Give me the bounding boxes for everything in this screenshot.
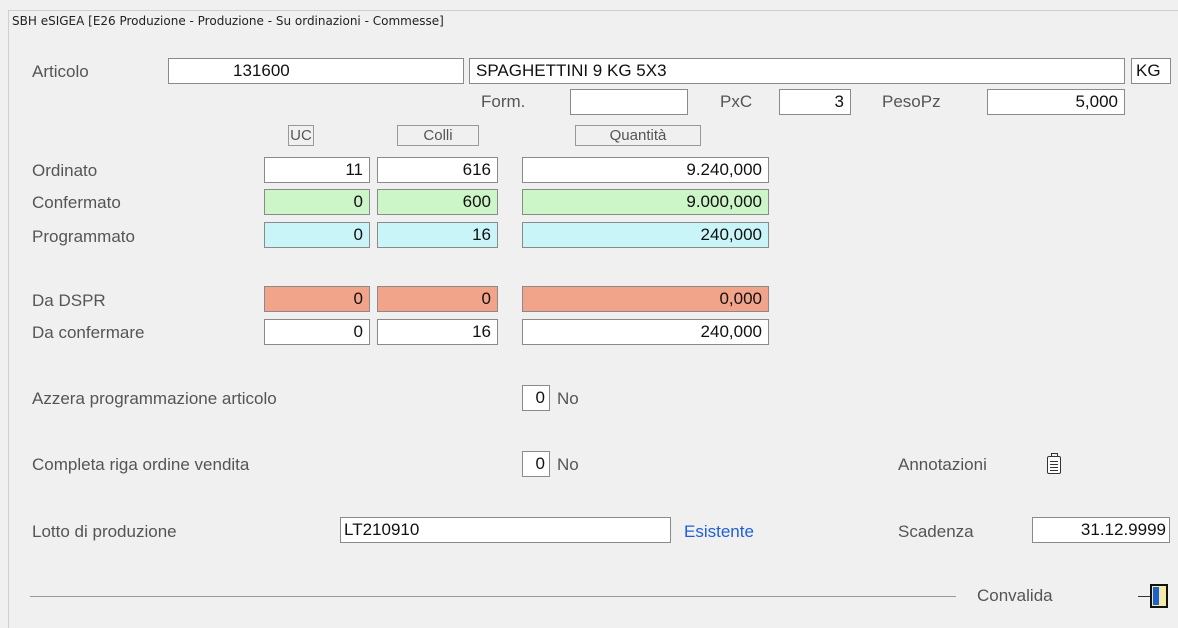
form-label: Form. xyxy=(481,92,526,111)
da-dspr-colli-field[interactable]: 0 xyxy=(377,286,498,312)
da-dspr-uc-field[interactable]: 0 xyxy=(264,286,370,312)
lotto-field[interactable]: LT210910 xyxy=(340,517,671,543)
programmato-colli-field[interactable]: 16 xyxy=(377,222,498,248)
window-title: SBH eSIGEA [E26 Produzione - Produzione … xyxy=(12,14,444,28)
completa-field[interactable]: 0 xyxy=(522,451,550,477)
programmato-uc-field[interactable]: 0 xyxy=(264,222,370,248)
form-field[interactable] xyxy=(570,89,688,115)
azzera-label: Azzera programmazione articolo xyxy=(32,389,277,408)
ordinato-colli-field[interactable]: 616 xyxy=(377,157,498,183)
da-confermare-colli-field[interactable]: 16 xyxy=(377,319,498,345)
articolo-description-field[interactable]: SPAGHETTINI 9 KG 5X3 xyxy=(469,58,1125,84)
column-header-uc[interactable]: UC xyxy=(288,125,314,146)
scadenza-field[interactable]: 31.12.9999 xyxy=(1032,517,1170,543)
completa-label: Completa riga ordine vendita xyxy=(32,455,250,474)
pesopz-field[interactable]: 5,000 xyxy=(987,89,1125,115)
pxc-label: PxC xyxy=(720,92,753,111)
lotto-status-text: Esistente xyxy=(684,522,754,541)
azzera-field[interactable]: 0 xyxy=(522,385,550,411)
convalida-icon[interactable] xyxy=(1150,584,1168,608)
row-label-programmato: Programmato xyxy=(32,227,135,246)
ordinato-uc-field[interactable]: 11 xyxy=(264,157,370,183)
confermato-quantita-field[interactable]: 9.000,000 xyxy=(522,189,769,215)
convalida-label: Convalida xyxy=(977,586,1053,605)
da-dspr-quantita-field[interactable]: 0,000 xyxy=(522,286,769,312)
unit-field[interactable]: KG xyxy=(1131,58,1171,84)
row-label-da-confermare: Da confermare xyxy=(32,323,145,342)
azzera-value-text: No xyxy=(557,389,579,408)
notepad-icon[interactable] xyxy=(1047,453,1061,474)
row-label-ordinato: Ordinato xyxy=(32,161,98,180)
bottom-divider xyxy=(30,596,956,597)
row-label-da-dspr: Da DSPR xyxy=(32,291,106,310)
programmato-quantita-field[interactable]: 240,000 xyxy=(522,222,769,248)
column-header-colli[interactable]: Colli xyxy=(397,125,479,146)
da-confermare-uc-field[interactable]: 0 xyxy=(264,319,370,345)
confermato-colli-field[interactable]: 600 xyxy=(377,189,498,215)
ordinato-quantita-field[interactable]: 9.240,000 xyxy=(522,157,769,183)
da-confermare-quantita-field[interactable]: 240,000 xyxy=(522,319,769,345)
pesopz-label: PesoPz xyxy=(882,92,941,111)
lotto-label: Lotto di produzione xyxy=(32,522,177,541)
convalida-connector xyxy=(1138,596,1150,597)
completa-value-text: No xyxy=(557,455,579,474)
scadenza-label: Scadenza xyxy=(898,522,974,541)
column-header-quantita[interactable]: Quantità xyxy=(575,125,701,146)
annotazioni-label: Annotazioni xyxy=(898,455,987,474)
articolo-code-field[interactable]: 131600 xyxy=(168,58,464,84)
pxc-field[interactable]: 3 xyxy=(779,89,851,115)
confermato-uc-field[interactable]: 0 xyxy=(264,189,370,215)
articolo-label: Articolo xyxy=(32,62,89,81)
row-label-confermato: Confermato xyxy=(32,193,121,212)
